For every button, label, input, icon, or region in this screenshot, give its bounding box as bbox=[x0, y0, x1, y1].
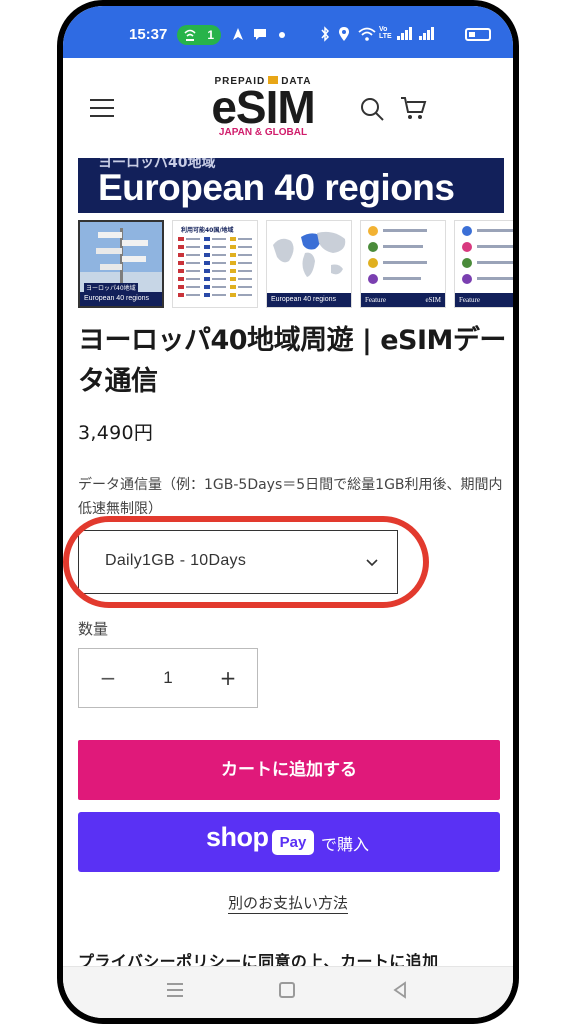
hotspot-pill: 1 bbox=[177, 25, 221, 45]
thumb-caption: Feature bbox=[455, 293, 513, 307]
thumb-caption-left: Feature bbox=[365, 296, 386, 304]
product-title: ヨーロッパ40地域周遊 | eSIMデータ通信 bbox=[78, 325, 506, 397]
thumb-caption: European 40 regions bbox=[267, 293, 351, 307]
site-header: PREPAID DATA eSIM JAPAN & GLOBAL bbox=[63, 58, 513, 158]
location-icon bbox=[339, 27, 349, 41]
thumbnail-5[interactable]: Feature bbox=[454, 220, 513, 308]
thumbnail-4[interactable]: Feature eSIM bbox=[360, 220, 446, 308]
quantity-increase-button[interactable]: + bbox=[199, 649, 257, 707]
thumb-caption-left: Feature bbox=[459, 296, 480, 304]
status-time: 15:37 bbox=[129, 26, 168, 43]
shop-pay-label: で購入 bbox=[321, 835, 370, 854]
home-icon[interactable] bbox=[279, 982, 295, 998]
site-logo[interactable]: PREPAID DATA eSIM JAPAN & GLOBAL bbox=[208, 76, 318, 138]
feature-list-image bbox=[462, 226, 513, 284]
phone-frame: 15:37 1 Vo LTE PREPAID DATA eSIM JAPAN &… bbox=[57, 0, 519, 1024]
other-payment-link[interactable]: 別のお支払い方法 bbox=[227, 894, 348, 914]
menu-icon[interactable] bbox=[90, 99, 114, 117]
system-nav-bar bbox=[63, 966, 513, 1018]
quantity-decrease-button[interactable]: − bbox=[79, 649, 137, 707]
other-payment-container: 別のお支払い方法 bbox=[63, 892, 513, 914]
logo-sub: JAPAN & GLOBAL bbox=[218, 127, 308, 138]
banner-title: European 40 regions bbox=[98, 167, 455, 208]
thumbnail-1[interactable]: ヨーロッパ40地域 European 40 regions bbox=[78, 220, 164, 308]
battery-icon bbox=[465, 28, 491, 41]
quantity-input[interactable]: 1 bbox=[137, 649, 199, 707]
wifi-icon bbox=[358, 27, 376, 41]
thumb-caption-right: eSIM bbox=[425, 296, 441, 304]
dot-icon bbox=[279, 32, 285, 38]
back-icon[interactable] bbox=[391, 981, 409, 999]
chat-icon bbox=[254, 29, 266, 40]
flags-grid-image bbox=[178, 237, 252, 297]
status-bar: 15:37 1 Vo LTE bbox=[63, 6, 513, 58]
bluetooth-icon bbox=[321, 26, 330, 42]
hotspot-count: 1 bbox=[207, 28, 214, 42]
signal-icon bbox=[419, 27, 434, 40]
add-to-cart-button[interactable]: カートに追加する bbox=[78, 740, 500, 800]
option-label: データ通信量（例：1GB-5Days＝5日間で総量1GB利用後、期間内低速無制限… bbox=[78, 477, 503, 517]
quantity-label: 数量 bbox=[78, 620, 109, 638]
cart-icon[interactable] bbox=[399, 94, 427, 122]
thumb-caption: Feature eSIM bbox=[361, 293, 445, 307]
highlight-circle bbox=[63, 516, 429, 608]
shop-pay-button[interactable]: shop Pay で購入 bbox=[78, 812, 500, 872]
thumb-caption: European 40 regions bbox=[80, 292, 162, 306]
signal-icon bbox=[397, 27, 412, 40]
thumbnail-3[interactable]: European 40 regions bbox=[266, 220, 352, 308]
world-map-image bbox=[273, 231, 346, 277]
feature-list-image bbox=[368, 226, 427, 284]
hotspot-icon bbox=[184, 29, 196, 41]
navigation-icon bbox=[233, 28, 243, 40]
volte-label: Vo LTE bbox=[379, 26, 392, 40]
shop-logo: shop bbox=[206, 822, 269, 852]
product-price: 3,490円 bbox=[78, 422, 154, 444]
search-icon[interactable] bbox=[359, 96, 385, 122]
product-banner: ヨーロッパ40地域 European 40 regions bbox=[78, 158, 504, 213]
thumbnail-strip: ヨーロッパ40地域 European 40 regions 利用可能40国/地域… bbox=[78, 220, 513, 308]
logo-esim: eSIM bbox=[211, 81, 315, 133]
recent-apps-icon[interactable] bbox=[167, 983, 183, 997]
thumb-sub: ヨーロッパ40地域 bbox=[84, 283, 138, 292]
quantity-stepper: − 1 + bbox=[78, 648, 258, 708]
thumbnail-2[interactable]: 利用可能40国/地域 bbox=[172, 220, 258, 308]
thumb-heading: 利用可能40国/地域 bbox=[181, 227, 234, 234]
pay-badge: Pay bbox=[272, 830, 314, 855]
